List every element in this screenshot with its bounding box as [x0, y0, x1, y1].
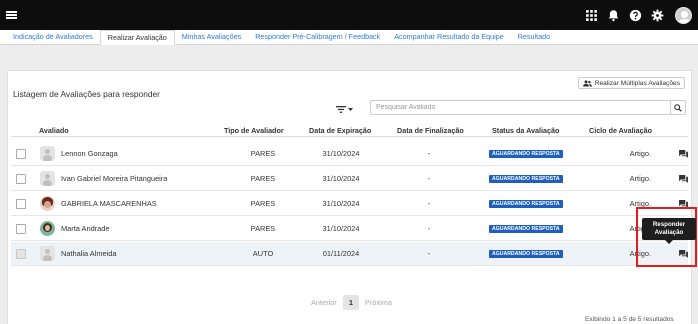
- tab-indicacao-avaliadores[interactable]: Indicação de Avaliadores: [6, 30, 100, 44]
- chat-icon[interactable]: [679, 200, 688, 208]
- chat-icon[interactable]: [679, 250, 688, 258]
- row-checkbox[interactable]: [16, 249, 26, 259]
- data-finalizacao: -: [427, 199, 431, 208]
- status-badge: AGUARDANDO RESPOSTA: [489, 225, 563, 233]
- ciclo-avaliacao: Artigo.: [629, 199, 651, 208]
- tab-resultado[interactable]: Resultado: [511, 30, 557, 44]
- ciclo-avaliacao: Artigo.: [629, 249, 651, 258]
- top-navbar: [0, 0, 698, 30]
- status-badge: AGUARDANDO RESPOSTA: [489, 175, 563, 183]
- chat-icon[interactable]: [679, 150, 688, 158]
- col-data-finalizacao: Data de Finalização: [397, 126, 464, 135]
- tooltip-line-1: Responder: [652, 221, 686, 228]
- avaliado-name: Nathalia Almeida: [61, 249, 117, 258]
- evaluations-panel: Listagem de Avaliações para responder Re…: [7, 70, 692, 324]
- tipo-avaliador: AUTO: [252, 249, 274, 258]
- group-icon: [582, 79, 592, 86]
- tooltip-line-2: Avaliação: [654, 229, 684, 236]
- status-badge: AGUARDANDO RESPOSTA: [489, 150, 563, 158]
- pagination-prev[interactable]: Anterior: [311, 298, 337, 307]
- pagination-current-page[interactable]: 1: [342, 295, 359, 310]
- help-icon[interactable]: [629, 9, 642, 22]
- avatar: [40, 221, 55, 236]
- tipo-avaliador: PARES: [250, 199, 276, 208]
- table-row[interactable]: Nathalia Almeida AUTO 01/11/2024 - AGUAR…: [11, 242, 688, 266]
- data-finalizacao: -: [427, 224, 431, 233]
- row-checkbox[interactable]: [16, 174, 26, 184]
- row-checkbox[interactable]: [16, 199, 26, 209]
- col-data-expiracao: Data de Expiração: [309, 126, 372, 135]
- chat-icon[interactable]: [679, 175, 688, 183]
- row-checkbox[interactable]: [16, 224, 26, 234]
- col-ciclo: Ciclo de Avaliação: [589, 126, 652, 135]
- ciclo-avaliacao: Artigo.: [629, 174, 651, 183]
- tab-acompanhar-resultado-equipe[interactable]: Acompanhar Resultado da Equipe: [387, 30, 510, 44]
- tooltip-responder-avaliacao: Responder Avaliação: [642, 218, 696, 244]
- search-input[interactable]: [370, 100, 671, 115]
- data-expiracao: 31/10/2024: [322, 174, 360, 183]
- data-expiracao: 31/10/2024: [322, 199, 360, 208]
- user-avatar[interactable]: [675, 6, 692, 24]
- avatar: [40, 196, 55, 211]
- tab-realizar-avaliacao[interactable]: Realizar Avaliação: [99, 30, 175, 45]
- avaliado-name: Marta Andrade: [61, 224, 110, 233]
- status-badge: AGUARDANDO RESPOSTA: [489, 250, 563, 258]
- results-summary: Exibindo 1 a 5 de 5 resultados: [585, 316, 674, 323]
- data-finalizacao: -: [427, 249, 431, 258]
- avatar: [40, 146, 55, 161]
- col-tipo-avaliador: Tipo de Avaliador: [224, 126, 284, 135]
- avatar: [40, 246, 55, 261]
- tipo-avaliador: PARES: [250, 174, 276, 183]
- tipo-avaliador: PARES: [250, 224, 276, 233]
- multiple-evaluations-button[interactable]: Realizar Múltiplas Avaliações: [577, 77, 685, 89]
- row-checkbox[interactable]: [16, 149, 26, 159]
- table-row[interactable]: Marta Andrade PARES 31/10/2024 - AGUARDA…: [11, 217, 688, 241]
- apps-grid-icon[interactable]: [585, 9, 598, 22]
- status-badge: AGUARDANDO RESPOSTA: [489, 200, 563, 208]
- table-row[interactable]: Ivan Gabriel Moreira Pitangueira PARES 3…: [11, 167, 688, 191]
- data-finalizacao: -: [427, 149, 431, 158]
- bell-icon[interactable]: [607, 9, 620, 22]
- col-avaliado: Avaliado: [39, 126, 69, 135]
- avaliado-name: Ivan Gabriel Moreira Pitangueira: [61, 174, 168, 183]
- gear-icon[interactable]: [651, 9, 664, 22]
- table-row[interactable]: Lennon Gonzaga PARES 31/10/2024 - AGUARD…: [11, 142, 688, 166]
- avatar: [40, 171, 55, 186]
- table-row[interactable]: GABRIELA MASCARENHAS PARES 31/10/2024 - …: [11, 192, 688, 216]
- avaliado-name: Lennon Gonzaga: [61, 149, 118, 158]
- pagination-next[interactable]: Próxima: [365, 298, 392, 307]
- tab-bar: Indicação de Avaliadores Realizar Avalia…: [0, 30, 698, 45]
- data-finalizacao: -: [427, 174, 431, 183]
- data-expiracao: 31/10/2024: [322, 149, 360, 158]
- data-expiracao: 31/10/2024: [322, 224, 360, 233]
- filter-icon: [336, 105, 346, 113]
- data-expiracao: 01/11/2024: [322, 249, 360, 258]
- search-icon: [674, 103, 682, 112]
- ciclo-avaliacao: Artigo.: [629, 149, 651, 158]
- avaliado-name: GABRIELA MASCARENHAS: [61, 199, 157, 208]
- chevron-down-icon: [348, 107, 353, 111]
- table-header: Avaliado Tipo de Avaliador Data de Expir…: [11, 123, 688, 137]
- pagination: Anterior 1 Próxima: [311, 295, 392, 310]
- tab-pre-calibragem-feedback[interactable]: Responder Pré-Calibragem / Feedback: [248, 30, 387, 44]
- tipo-avaliador: PARES: [250, 149, 276, 158]
- col-status: Status da Avaliação: [492, 126, 560, 135]
- multiple-evaluations-label: Realizar Múltiplas Avaliações: [594, 79, 680, 87]
- search-button[interactable]: [670, 100, 686, 115]
- menu-icon[interactable]: [6, 11, 17, 19]
- filter-dropdown[interactable]: [336, 103, 358, 115]
- tab-minhas-avaliacoes[interactable]: Minhas Avaliações: [175, 30, 248, 44]
- page-title: Listagem de Avaliações para responder: [13, 89, 160, 99]
